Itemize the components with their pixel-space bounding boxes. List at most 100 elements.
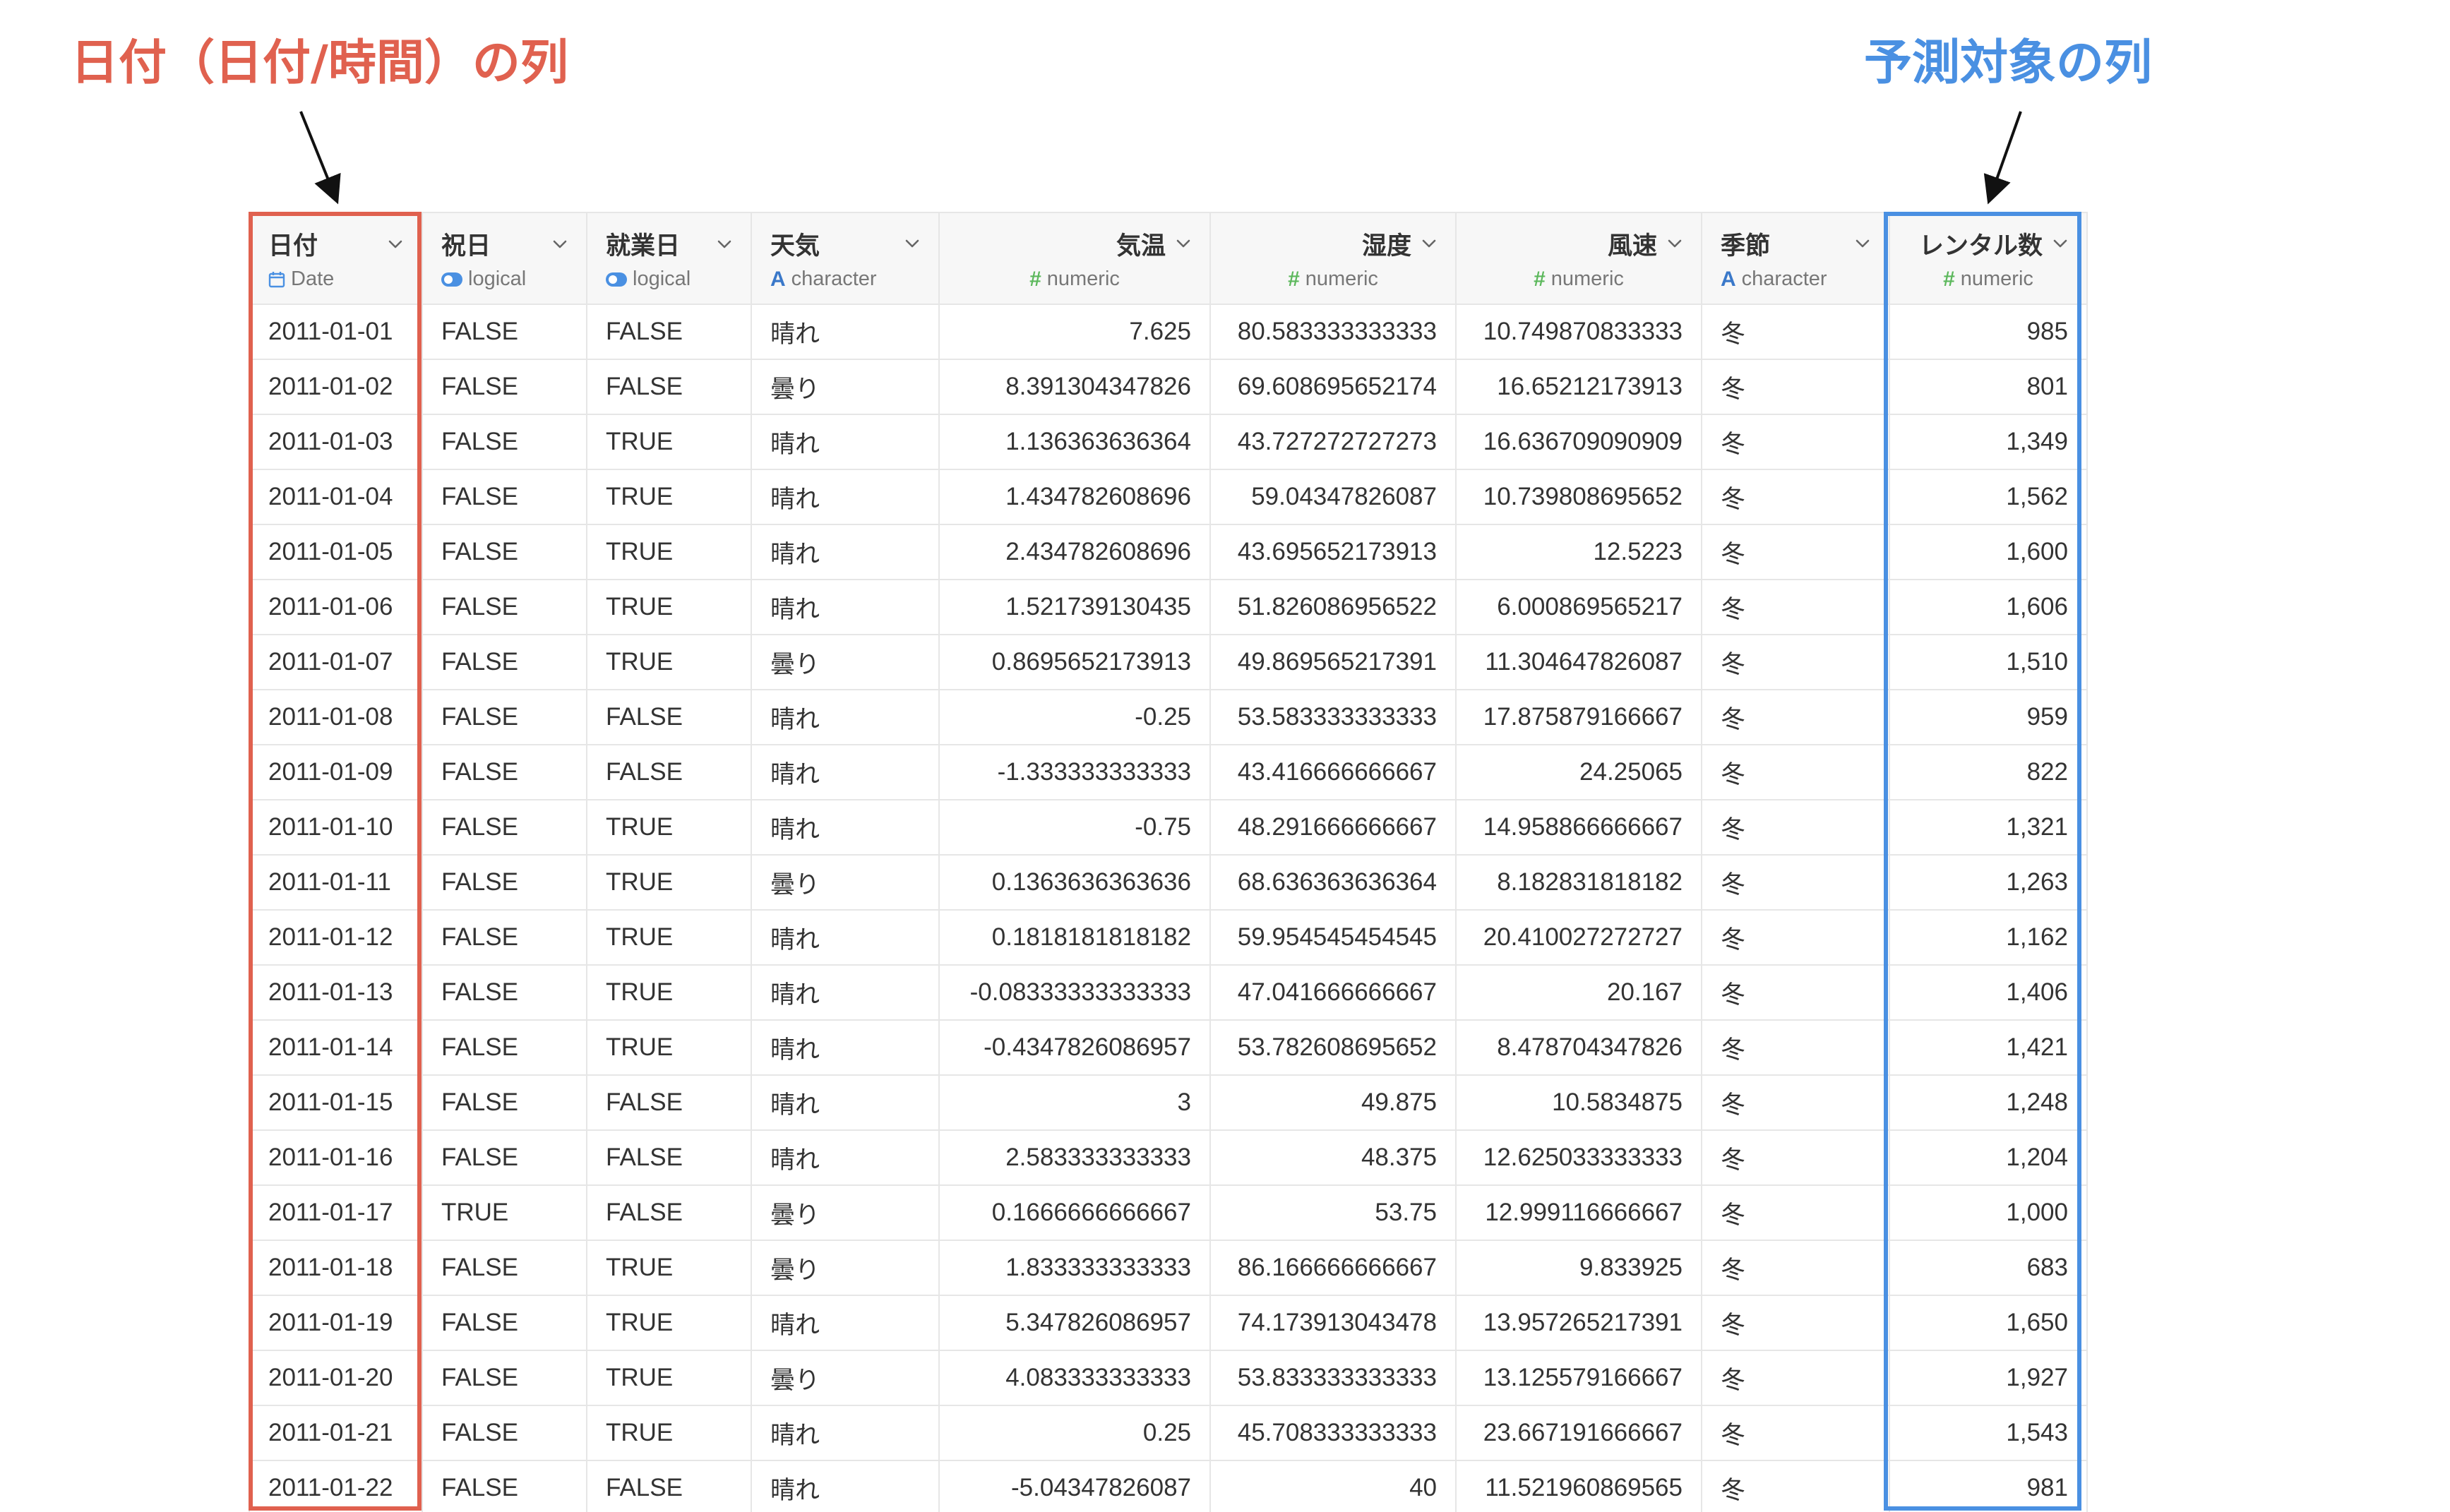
cell-season[interactable]: 冬 xyxy=(1701,1019,1890,1076)
cell-humidity[interactable]: 53.583333333333 xyxy=(1209,689,1457,745)
cell-rental-count[interactable]: 822 xyxy=(1889,744,2088,800)
cell-holiday[interactable]: FALSE xyxy=(422,359,587,415)
column-header-humidity[interactable]: 湿度 # numeric xyxy=(1209,212,1457,305)
cell-windspeed[interactable]: 13.125579166667 xyxy=(1455,1350,1702,1406)
cell-date[interactable]: 2011-01-18 xyxy=(249,1240,423,1296)
cell-date[interactable]: 2011-01-08 xyxy=(249,689,423,745)
cell-temperature[interactable]: 8.391304347826 xyxy=(938,359,1211,415)
cell-windspeed[interactable]: 13.957265217391 xyxy=(1455,1295,1702,1351)
cell-holiday[interactable]: FALSE xyxy=(422,854,587,911)
cell-holiday[interactable]: FALSE xyxy=(422,579,587,635)
column-header-workday[interactable]: 就業日 logical xyxy=(586,212,752,305)
cell-workday[interactable]: TRUE xyxy=(586,909,752,966)
cell-temperature[interactable]: 5.347826086957 xyxy=(938,1295,1211,1351)
cell-date[interactable]: 2011-01-01 xyxy=(249,304,423,360)
cell-season[interactable]: 冬 xyxy=(1701,744,1890,800)
cell-weather[interactable]: 晴れ xyxy=(751,1460,940,1512)
cell-season[interactable]: 冬 xyxy=(1701,524,1890,580)
cell-humidity[interactable]: 48.291666666667 xyxy=(1209,799,1457,856)
cell-date[interactable]: 2011-01-16 xyxy=(249,1129,423,1186)
cell-rental-count[interactable]: 959 xyxy=(1889,689,2088,745)
cell-rental-count[interactable]: 1,162 xyxy=(1889,909,2088,966)
cell-workday[interactable]: TRUE xyxy=(586,1240,752,1296)
cell-weather[interactable]: 晴れ xyxy=(751,799,940,856)
cell-season[interactable]: 冬 xyxy=(1701,1129,1890,1186)
cell-windspeed[interactable]: 8.182831818182 xyxy=(1455,854,1702,911)
chevron-down-icon[interactable] xyxy=(1421,236,1437,251)
cell-temperature[interactable]: 0.1666666666667 xyxy=(938,1184,1211,1241)
cell-workday[interactable]: FALSE xyxy=(586,1129,752,1186)
cell-windspeed[interactable]: 24.25065 xyxy=(1455,744,1702,800)
cell-temperature[interactable]: 0.1818181818182 xyxy=(938,909,1211,966)
cell-windspeed[interactable]: 20.167 xyxy=(1455,964,1702,1021)
cell-temperature[interactable]: 2.434782608696 xyxy=(938,524,1211,580)
cell-season[interactable]: 冬 xyxy=(1701,1295,1890,1351)
cell-weather[interactable]: 晴れ xyxy=(751,1019,940,1076)
cell-weather[interactable]: 晴れ xyxy=(751,579,940,635)
cell-season[interactable]: 冬 xyxy=(1701,634,1890,690)
cell-holiday[interactable]: FALSE xyxy=(422,414,587,470)
cell-workday[interactable]: FALSE xyxy=(586,689,752,745)
cell-temperature[interactable]: -0.75 xyxy=(938,799,1211,856)
cell-workday[interactable]: TRUE xyxy=(586,634,752,690)
cell-windspeed[interactable]: 10.749870833333 xyxy=(1455,304,1702,360)
cell-season[interactable]: 冬 xyxy=(1701,1184,1890,1241)
cell-temperature[interactable]: -0.08333333333333 xyxy=(938,964,1211,1021)
cell-weather[interactable]: 晴れ xyxy=(751,304,940,360)
cell-season[interactable]: 冬 xyxy=(1701,304,1890,360)
cell-holiday[interactable]: FALSE xyxy=(422,469,587,525)
cell-humidity[interactable]: 80.583333333333 xyxy=(1209,304,1457,360)
cell-temperature[interactable]: 0.1363636363636 xyxy=(938,854,1211,911)
cell-date[interactable]: 2011-01-21 xyxy=(249,1405,423,1461)
cell-season[interactable]: 冬 xyxy=(1701,1074,1890,1131)
cell-season[interactable]: 冬 xyxy=(1701,964,1890,1021)
column-header-windspeed[interactable]: 風速 # numeric xyxy=(1455,212,1702,305)
cell-weather[interactable]: 晴れ xyxy=(751,414,940,470)
cell-humidity[interactable]: 49.875 xyxy=(1209,1074,1457,1131)
cell-temperature[interactable]: 1.136363636364 xyxy=(938,414,1211,470)
cell-weather[interactable]: 晴れ xyxy=(751,909,940,966)
cell-date[interactable]: 2011-01-03 xyxy=(249,414,423,470)
cell-humidity[interactable]: 51.826086956522 xyxy=(1209,579,1457,635)
cell-workday[interactable]: TRUE xyxy=(586,1350,752,1406)
cell-windspeed[interactable]: 16.65212173913 xyxy=(1455,359,1702,415)
chevron-down-icon[interactable] xyxy=(1667,236,1683,251)
cell-rental-count[interactable]: 985 xyxy=(1889,304,2088,360)
cell-rental-count[interactable]: 1,606 xyxy=(1889,579,2088,635)
cell-humidity[interactable]: 59.954545454545 xyxy=(1209,909,1457,966)
cell-workday[interactable]: TRUE xyxy=(586,1019,752,1076)
cell-rental-count[interactable]: 1,406 xyxy=(1889,964,2088,1021)
cell-date[interactable]: 2011-01-06 xyxy=(249,579,423,635)
cell-weather[interactable]: 晴れ xyxy=(751,469,940,525)
column-header-season[interactable]: 季節 Acharacter xyxy=(1701,212,1890,305)
cell-holiday[interactable]: FALSE xyxy=(422,909,587,966)
cell-workday[interactable]: FALSE xyxy=(586,1074,752,1131)
cell-holiday[interactable]: FALSE xyxy=(422,1460,587,1512)
cell-workday[interactable]: TRUE xyxy=(586,854,752,911)
cell-weather[interactable]: 曇り xyxy=(751,634,940,690)
cell-season[interactable]: 冬 xyxy=(1701,1460,1890,1512)
cell-workday[interactable]: FALSE xyxy=(586,1460,752,1512)
cell-humidity[interactable]: 48.375 xyxy=(1209,1129,1457,1186)
cell-temperature[interactable]: -0.25 xyxy=(938,689,1211,745)
cell-date[interactable]: 2011-01-13 xyxy=(249,964,423,1021)
cell-temperature[interactable]: 4.083333333333 xyxy=(938,1350,1211,1406)
cell-humidity[interactable]: 68.636363636364 xyxy=(1209,854,1457,911)
cell-date[interactable]: 2011-01-05 xyxy=(249,524,423,580)
cell-windspeed[interactable]: 10.5834875 xyxy=(1455,1074,1702,1131)
cell-workday[interactable]: TRUE xyxy=(586,799,752,856)
cell-windspeed[interactable]: 16.636709090909 xyxy=(1455,414,1702,470)
cell-date[interactable]: 2011-01-10 xyxy=(249,799,423,856)
cell-weather[interactable]: 曇り xyxy=(751,1350,940,1406)
cell-workday[interactable]: TRUE xyxy=(586,469,752,525)
cell-weather[interactable]: 晴れ xyxy=(751,524,940,580)
cell-holiday[interactable]: FALSE xyxy=(422,634,587,690)
cell-workday[interactable]: TRUE xyxy=(586,579,752,635)
cell-humidity[interactable]: 40 xyxy=(1209,1460,1457,1512)
cell-humidity[interactable]: 49.869565217391 xyxy=(1209,634,1457,690)
cell-windspeed[interactable]: 6.000869565217 xyxy=(1455,579,1702,635)
cell-humidity[interactable]: 74.173913043478 xyxy=(1209,1295,1457,1351)
cell-workday[interactable]: FALSE xyxy=(586,359,752,415)
cell-weather[interactable]: 曇り xyxy=(751,1184,940,1241)
cell-windspeed[interactable]: 14.958866666667 xyxy=(1455,799,1702,856)
